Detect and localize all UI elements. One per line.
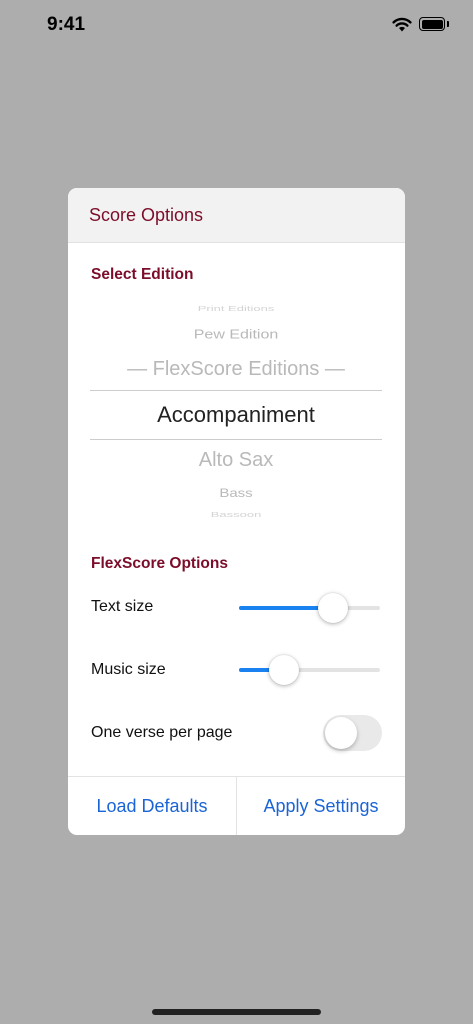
picker-selection-bottom-line [90,439,382,440]
wifi-icon [392,17,412,37]
dialog-header: Score Options [68,188,405,243]
dialog-title: Score Options [89,205,204,225]
flexscore-options-heading: FlexScore Options [91,555,228,572]
music-size-label: Music size [91,661,166,678]
picker-item-selected[interactable]: Accompaniment [90,402,382,428]
picker-item[interactable]: Pew Edition [90,328,382,343]
music-size-slider[interactable] [239,655,380,685]
score-options-dialog: Score Options Select Edition Print Editi… [68,188,405,835]
slider-thumb[interactable] [269,655,300,685]
text-size-slider[interactable] [239,593,380,623]
picker-item[interactable]: Bassoon [90,510,382,518]
battery-icon [419,17,449,31]
toggle-knob [325,717,357,749]
apply-settings-button[interactable]: Apply Settings [237,777,405,835]
dialog-footer: Load Defaults Apply Settings [68,776,405,835]
one-verse-toggle[interactable] [323,715,382,751]
status-bar: 9:41 [0,0,473,50]
slider-thumb[interactable] [318,593,349,623]
picker-item[interactable]: — FlexScore Editions — [90,358,382,381]
picker-item[interactable]: Alto Sax [90,449,382,472]
status-time: 9:41 [47,14,86,35]
load-defaults-button[interactable]: Load Defaults [68,777,236,835]
select-edition-heading: Select Edition [91,266,194,283]
edition-picker[interactable]: Print Editions Pew Edition — FlexScore E… [90,301,382,521]
text-size-label: Text size [91,598,154,615]
picker-item[interactable]: Print Editions [90,304,382,312]
one-verse-label: One verse per page [91,724,233,741]
picker-item[interactable]: Bass [90,487,382,501]
picker-selection-top-line [90,390,382,391]
home-indicator [152,1009,321,1015]
